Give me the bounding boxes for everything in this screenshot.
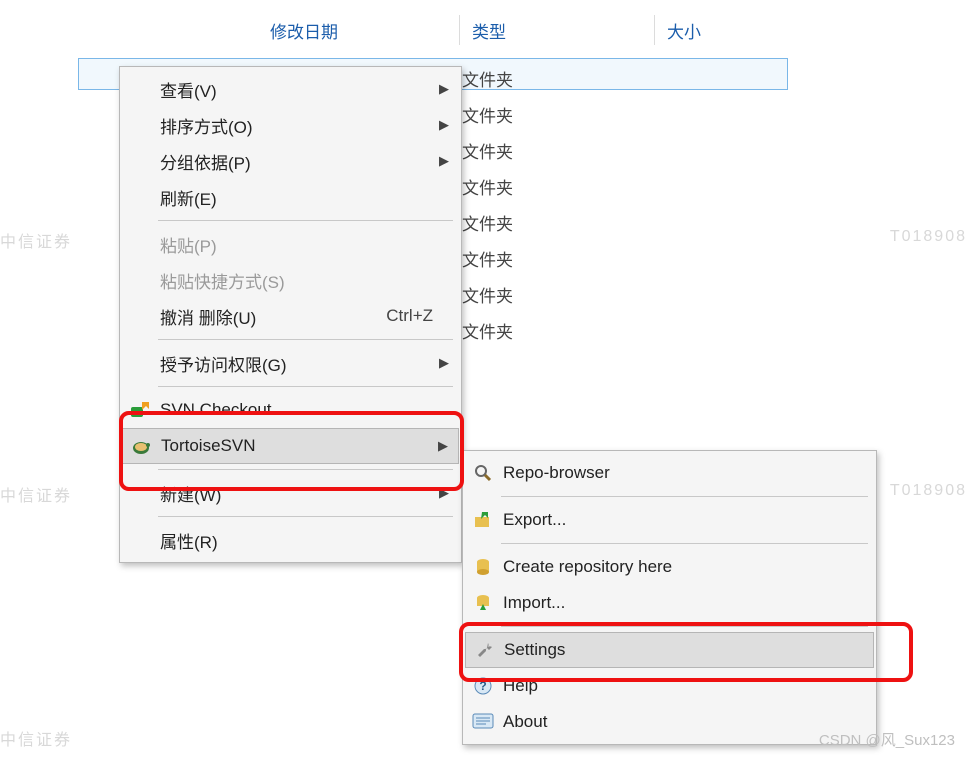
menu-separator	[501, 496, 868, 497]
export-icon	[469, 508, 497, 532]
file-type-cell: 文件夹	[462, 96, 513, 132]
header-size[interactable]: 大小	[655, 15, 775, 45]
file-type-cell: 文件夹	[462, 240, 513, 276]
menu-settings[interactable]: Settings	[465, 632, 874, 668]
menu-label: 撤消 删除(U)	[160, 304, 386, 329]
menu-grant-access[interactable]: 授予访问权限(G) ▶	[122, 345, 459, 381]
import-icon	[469, 591, 497, 615]
chevron-right-icon: ▶	[439, 153, 449, 169]
menu-label: Import...	[503, 593, 866, 613]
menu-label: 分组依据(P)	[160, 149, 451, 174]
menu-label: Help	[503, 676, 866, 696]
watermark: 中信证券	[0, 228, 72, 252]
svn-checkout-icon	[126, 398, 154, 422]
menu-label: Export...	[503, 510, 866, 530]
menu-label: SVN Checkout...	[160, 400, 451, 420]
file-type-cell: 文件夹	[462, 276, 513, 312]
about-icon	[469, 710, 497, 734]
file-type-cell: 文件夹	[462, 204, 513, 240]
menu-label: 粘贴(P)	[160, 232, 451, 257]
menu-paste: 粘贴(P)	[122, 226, 459, 262]
menu-label: TortoiseSVN	[161, 436, 450, 456]
svg-text:?: ?	[479, 679, 486, 693]
database-create-icon	[469, 555, 497, 579]
menu-tortoisesvn[interactable]: TortoiseSVN ▶	[122, 428, 459, 464]
magnifier-icon	[469, 461, 497, 485]
menu-undo-delete[interactable]: 撤消 删除(U) Ctrl+Z	[122, 298, 459, 334]
column-headers: 修改日期 类型 大小	[0, 10, 775, 50]
menu-label: Repo-browser	[503, 463, 866, 483]
menu-label: 属性(R)	[160, 528, 451, 553]
menu-paste-shortcut: 粘贴快捷方式(S)	[122, 262, 459, 298]
header-date[interactable]: 修改日期	[258, 15, 460, 45]
file-list-type-column: 文件夹 文件夹 文件夹 文件夹 文件夹 文件夹 文件夹 文件夹	[462, 60, 513, 348]
blank-icon	[126, 351, 154, 375]
blank-icon	[126, 528, 154, 552]
menu-separator	[158, 386, 453, 387]
menu-repo-browser[interactable]: Repo-browser	[465, 455, 874, 491]
menu-label: Create repository here	[503, 557, 866, 577]
menu-new[interactable]: 新建(W) ▶	[122, 475, 459, 511]
blank-icon	[126, 268, 154, 292]
menu-properties[interactable]: 属性(R)	[122, 522, 459, 558]
menu-export[interactable]: Export...	[465, 502, 874, 538]
menu-separator	[158, 339, 453, 340]
chevron-right-icon: ▶	[438, 438, 448, 454]
header-type[interactable]: 类型	[460, 15, 655, 45]
watermark: 中信证券	[0, 482, 72, 506]
menu-shortcut: Ctrl+Z	[386, 306, 433, 326]
file-type-cell: 文件夹	[462, 312, 513, 348]
menu-refresh[interactable]: 刷新(E)	[122, 179, 459, 215]
blank-icon	[126, 232, 154, 256]
blank-icon	[126, 185, 154, 209]
menu-label: About	[503, 712, 866, 732]
file-type-cell: 文件夹	[462, 168, 513, 204]
menu-help[interactable]: ? Help	[465, 668, 874, 704]
watermark: 中信证券	[0, 726, 72, 750]
wrench-icon	[470, 638, 498, 662]
menu-separator	[501, 543, 868, 544]
menu-label: 查看(V)	[160, 77, 451, 102]
menu-view[interactable]: 查看(V) ▶	[122, 71, 459, 107]
menu-import[interactable]: Import...	[465, 585, 874, 621]
watermark: T018908	[890, 482, 967, 500]
menu-about[interactable]: About	[465, 704, 874, 740]
file-type-cell: 文件夹	[462, 132, 513, 168]
blank-icon	[126, 304, 154, 328]
menu-label: Settings	[504, 640, 865, 660]
menu-sort[interactable]: 排序方式(O) ▶	[122, 107, 459, 143]
watermark: T018908	[890, 228, 967, 246]
menu-label: 新建(W)	[160, 481, 451, 506]
menu-separator	[501, 626, 868, 627]
menu-svn-checkout[interactable]: SVN Checkout...	[122, 392, 459, 428]
menu-label: 授予访问权限(G)	[160, 351, 451, 376]
blank-icon	[126, 77, 154, 101]
menu-label: 刷新(E)	[160, 185, 451, 210]
blank-icon	[126, 481, 154, 505]
csdn-credit: CSDN @风_Sux123	[819, 729, 955, 750]
blank-icon	[126, 113, 154, 137]
menu-create-repo[interactable]: Create repository here	[465, 549, 874, 585]
context-menu-primary: 查看(V) ▶ 排序方式(O) ▶ 分组依据(P) ▶ 刷新(E) 粘贴(P) …	[119, 66, 462, 563]
menu-separator	[158, 220, 453, 221]
tortoise-icon	[127, 434, 155, 458]
blank-icon	[126, 149, 154, 173]
chevron-right-icon: ▶	[439, 117, 449, 133]
chevron-right-icon: ▶	[439, 355, 449, 371]
menu-label: 粘贴快捷方式(S)	[160, 268, 451, 293]
context-menu-tortoisesvn: Repo-browser Export... Create repository…	[462, 450, 877, 745]
menu-label: 排序方式(O)	[160, 113, 451, 138]
menu-separator	[158, 469, 453, 470]
chevron-right-icon: ▶	[439, 81, 449, 97]
menu-group-by[interactable]: 分组依据(P) ▶	[122, 143, 459, 179]
help-icon: ?	[469, 674, 497, 698]
chevron-right-icon: ▶	[439, 485, 449, 501]
menu-separator	[158, 516, 453, 517]
file-type-cell: 文件夹	[462, 60, 513, 96]
